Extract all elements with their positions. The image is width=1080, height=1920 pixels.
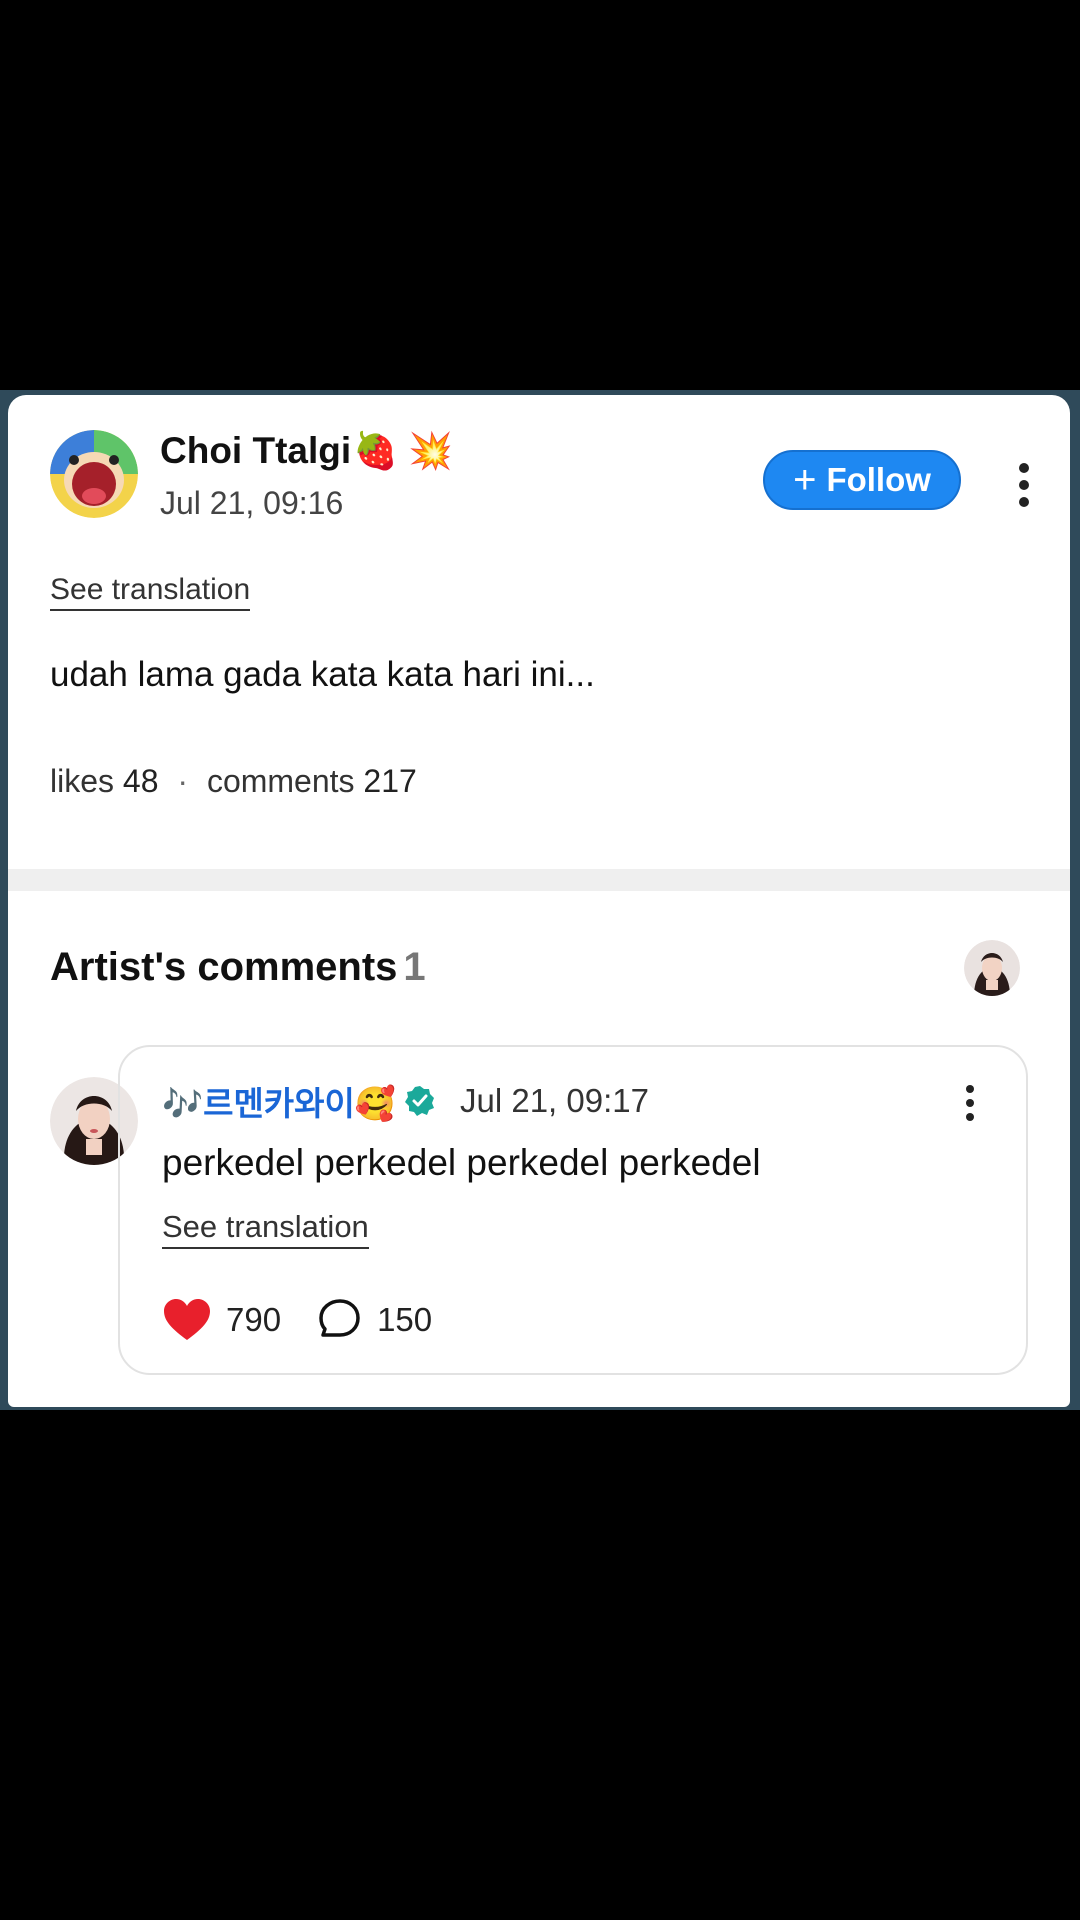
comment-likes-count: 790 — [226, 1301, 282, 1338]
comment-timestamp: Jul 21, 09:17 — [459, 1082, 649, 1119]
plus-icon: + — [793, 458, 817, 502]
comments-count[interactable]: 217 — [363, 763, 416, 799]
author-name[interactable]: Choi Ttalgi🍓 💥 — [160, 430, 453, 472]
post-body-text: udah lama gada kata kata hari ini... — [50, 655, 595, 694]
likes-label: likes — [50, 763, 115, 799]
author-avatar[interactable] — [50, 430, 138, 518]
comment-bubble-icon[interactable] — [317, 1297, 363, 1343]
app-frame: Choi Ttalgi🍓 💥 Jul 21, 09:16 + Follow Se… — [0, 390, 1080, 1410]
more-vertical-icon[interactable] — [1009, 463, 1039, 507]
comment-replies-count: 150 — [377, 1301, 433, 1338]
author-emoji: 🍓 💥 — [353, 430, 453, 471]
see-translation-link[interactable]: See translation — [50, 573, 251, 611]
artist-comments-title: Artist's comments 1 — [50, 945, 426, 989]
comments-label[interactable]: comments — [207, 763, 355, 799]
separator-dot: · — [177, 763, 189, 799]
post-stats: likes 48 · comments 217 — [50, 763, 417, 800]
artist-comments-count: 1 — [403, 945, 426, 989]
comment-header: 🎶르멘카와이🥰 Jul 21, 09:17 — [162, 1077, 649, 1125]
verified-badge-icon — [404, 1086, 434, 1116]
section-divider — [8, 869, 1070, 891]
post-timestamp: Jul 21, 09:16 — [160, 485, 344, 521]
heart-icon[interactable] — [162, 1298, 212, 1342]
comment-see-translation-link[interactable]: See translation — [162, 1209, 369, 1249]
artist-avatar-small[interactable] — [964, 940, 1020, 996]
post-card: Choi Ttalgi🍓 💥 Jul 21, 09:16 + Follow Se… — [8, 395, 1070, 1407]
comment-body-text: perkedel perkedel perkedel perkedel — [162, 1142, 761, 1183]
likes-count: 48 — [122, 763, 159, 799]
artist-name[interactable]: 🎶르멘카와이🥰 — [162, 1077, 396, 1125]
comment-more-icon[interactable] — [955, 1085, 985, 1121]
artist-comment-card: 🎶르멘카와이🥰 Jul 21, 09:17 perkedel perkedel … — [118, 1045, 1028, 1375]
follow-label: Follow — [826, 461, 931, 498]
follow-button[interactable]: + Follow — [763, 450, 961, 510]
comment-actions: 790 150 — [162, 1297, 432, 1343]
